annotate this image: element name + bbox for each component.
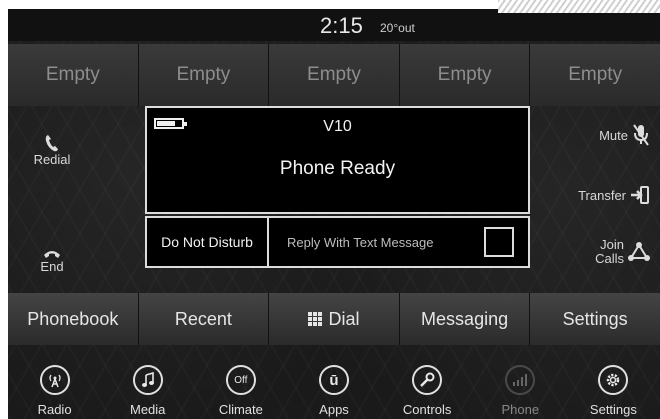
keypad-icon (308, 312, 323, 326)
outside-temp: 20°out (380, 21, 415, 35)
tab-dial[interactable]: Dial (269, 293, 400, 345)
nav-media-label: Media (130, 402, 166, 417)
phone-options: Do Not Disturb Reply With Text Message (145, 216, 530, 268)
nav-settings[interactable]: Settings (567, 357, 660, 419)
nav-apps-label: Apps (319, 402, 349, 417)
nav-controls[interactable]: Controls (381, 357, 474, 419)
tab-phonebook[interactable]: Phonebook (8, 293, 139, 345)
end-call-button[interactable]: End (22, 249, 82, 274)
reply-with-text-option[interactable]: Reply With Text Message (269, 218, 528, 266)
phone-handset-icon (45, 135, 58, 152)
transfer-button[interactable]: Transfer (570, 185, 650, 205)
reply-with-text-checkbox[interactable] (484, 227, 514, 257)
end-label: End (40, 259, 64, 274)
status-bar: 2:15 20°out (8, 9, 660, 41)
join-calls-icon (628, 242, 650, 261)
favorite-slot-3[interactable]: Empty (269, 44, 400, 106)
clock: 2:15 (320, 13, 363, 38)
radio-tower-icon (39, 365, 70, 395)
hang-up-icon (44, 251, 60, 258)
redial-label: Redial (33, 152, 71, 167)
do-not-disturb-button[interactable]: Do Not Disturb (147, 218, 269, 266)
nav-radio[interactable]: Radio (8, 357, 101, 419)
infotainment-screen: 2:15 20°out Empty Empty Empty Empty Empt… (8, 9, 660, 419)
join-calls-label: Join Calls (595, 237, 624, 266)
tab-dial-label: Dial (328, 308, 360, 329)
favorites-row: Empty Empty Empty Empty Empty (8, 44, 660, 106)
redial-button[interactable]: Redial (22, 134, 82, 167)
favorite-slot-5[interactable]: Empty (530, 44, 660, 106)
favorite-slot-2[interactable]: Empty (138, 44, 270, 106)
transfer-label: Transfer (578, 187, 626, 203)
favorite-slot-4[interactable]: Empty (399, 44, 531, 106)
tab-recent[interactable]: Recent (138, 293, 270, 345)
nav-phone[interactable]: Phone (474, 357, 567, 419)
nav-apps[interactable]: ū Apps (287, 357, 380, 419)
phone-tabs: Phonebook Recent Dial Messaging Settings (8, 293, 660, 345)
reply-with-text-label: Reply With Text Message (287, 234, 434, 250)
join-calls-button[interactable]: Join Calls (570, 238, 650, 266)
gear-icon (598, 365, 629, 395)
bottom-navigation: Radio Media Off Climate ū Apps Controls (8, 357, 660, 419)
nav-phone-label: Phone (501, 402, 540, 417)
music-note-icon (132, 365, 163, 395)
tab-messaging[interactable]: Messaging (399, 293, 531, 345)
climate-off-icon: Off (225, 365, 256, 395)
mute-button[interactable]: Mute (570, 123, 650, 147)
nav-settings-label: Settings (589, 402, 637, 417)
nav-media[interactable]: Media (101, 357, 194, 419)
mic-muted-icon (633, 124, 649, 146)
transfer-icon (631, 186, 649, 204)
nav-climate-label: Climate (218, 402, 263, 417)
apps-icon: ū (318, 365, 349, 395)
nav-controls-label: Controls (402, 402, 452, 417)
phone-status-panel: V10 Phone Ready (145, 106, 530, 214)
tab-settings[interactable]: Settings (530, 293, 660, 345)
mute-label: Mute (599, 127, 628, 143)
favorite-slot-1[interactable]: Empty (8, 44, 139, 106)
wrench-icon (412, 365, 443, 395)
signal-bars-icon (505, 365, 536, 395)
nav-radio-label: Radio (37, 402, 72, 417)
phone-status: Phone Ready (279, 158, 396, 179)
nav-climate[interactable]: Off Climate (194, 357, 287, 419)
corner-decoration (498, 0, 660, 13)
device-name: V10 (323, 118, 352, 135)
